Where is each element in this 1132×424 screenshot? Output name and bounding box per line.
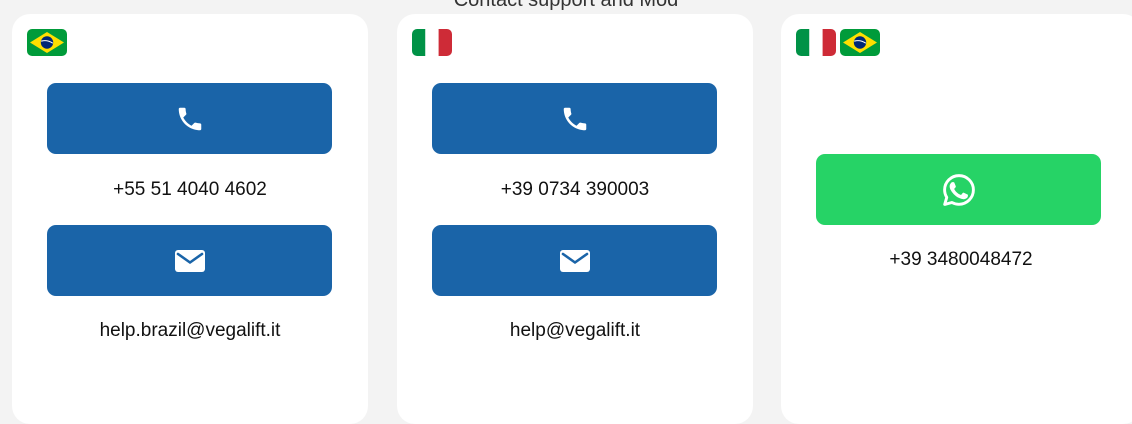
email-button[interactable] xyxy=(432,225,717,296)
phone-icon xyxy=(560,104,590,134)
whatsapp-icon xyxy=(941,172,977,208)
phone-number: +55 51 4040 4602 xyxy=(113,179,267,200)
envelope-icon xyxy=(174,249,206,273)
whatsapp-number: +39 3480048472 xyxy=(889,249,1033,270)
email-address: help.brazil@vegalift.it xyxy=(99,320,281,341)
email-button[interactable] xyxy=(47,225,332,296)
contact-card-brazil: +55 51 4040 4602 help.brazil@vegalift.it xyxy=(12,14,368,424)
brazil-flag-icon xyxy=(840,29,880,56)
envelope-icon xyxy=(559,249,591,273)
phone-number: +39 0734 390003 xyxy=(500,179,650,200)
contact-card-italy: +39 0734 390003 help@vegalift.it xyxy=(397,14,753,424)
call-button[interactable] xyxy=(47,83,332,154)
phone-icon xyxy=(175,104,205,134)
brazil-flag-icon xyxy=(27,29,67,56)
whatsapp-button[interactable] xyxy=(816,154,1101,225)
email-address: help@vegalift.it xyxy=(509,320,641,341)
italy-flag-icon xyxy=(412,29,452,56)
card-flags xyxy=(27,29,67,56)
page-header: Contact support and Mod xyxy=(453,0,679,11)
call-button[interactable] xyxy=(432,83,717,154)
card-flags xyxy=(796,29,880,56)
contact-card-whatsapp: +39 3480048472 xyxy=(781,14,1132,424)
card-flags xyxy=(412,29,452,56)
italy-flag-icon xyxy=(796,29,836,56)
